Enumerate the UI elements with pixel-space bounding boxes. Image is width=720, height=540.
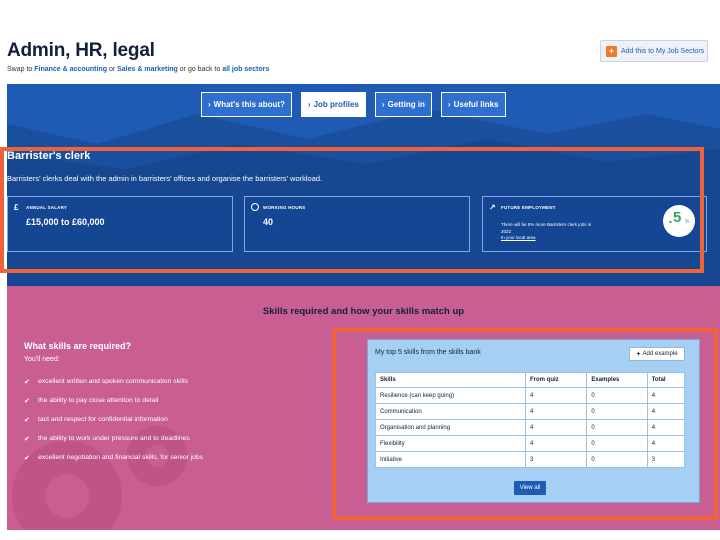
swap-link-all-sectors[interactable]: all job sectors (222, 66, 269, 73)
add-sector-label: Add this to My Job Sectors (621, 47, 705, 55)
check-icon: ✔ (24, 378, 30, 386)
check-icon: ✔ (24, 454, 30, 462)
page-title: Admin, HR, legal (7, 40, 155, 61)
list-item: ✔ excellent written and spoken communicat… (24, 372, 203, 391)
list-item: ✔ tact and respect for confidential infor… (24, 410, 203, 429)
list-item: ✔ the ability to work under pressure and … (24, 429, 203, 448)
tab-useful-links[interactable]: › Useful links (440, 92, 506, 117)
sector-swap-line: Swap to Finance & accounting or Sales & … (7, 66, 269, 73)
tab-label: Job profiles (313, 100, 359, 109)
highlight-box-skills (332, 328, 718, 520)
skill-text: tact and respect for confidential inform… (38, 416, 168, 423)
chevron-right-icon: › (307, 100, 311, 109)
you-need-label: You'll need: (24, 356, 60, 363)
tab-whats-this-about[interactable]: › What's this about? (201, 92, 292, 117)
check-icon: ✔ (24, 435, 30, 443)
swap-or: or (108, 66, 116, 73)
swap-back: or go back to (179, 66, 221, 73)
skill-text: excellent negotiation and financial skil… (38, 454, 204, 461)
tab-getting-in[interactable]: › Getting in (374, 92, 432, 117)
chevron-right-icon: › (447, 100, 451, 109)
tab-label: Getting in (387, 100, 425, 109)
plus-icon: + (606, 45, 617, 57)
required-skills-title: What skills are required? (24, 341, 132, 351)
skill-text: the ability to pay close attention to de… (38, 397, 159, 404)
chevron-right-icon: › (208, 100, 211, 109)
chevron-right-icon: › (381, 100, 385, 109)
section-tabs: › What's this about? › Job profiles › Ge… (201, 92, 506, 117)
skill-text: excellent written and spoken communicati… (38, 378, 188, 385)
tab-label: What's this about? (213, 100, 285, 109)
skills-heading: Skills required and how your skills matc… (262, 306, 465, 317)
check-icon: ✔ (24, 397, 30, 405)
page-header: Admin, HR, legal Swap to Finance & accou… (0, 0, 720, 84)
required-skills-list: ✔ excellent written and spoken communicat… (24, 372, 203, 467)
list-item: ✔ the ability to pay close attention to d… (24, 391, 203, 410)
tab-label: Useful links (453, 100, 499, 109)
add-to-my-job-sectors-button[interactable]: + Add this to My Job Sectors (600, 40, 708, 62)
check-icon: ✔ (24, 416, 30, 424)
list-item: ✔ excellent negotiation and financial ski… (24, 448, 203, 467)
tab-job-profiles[interactable]: › Job profiles (300, 92, 366, 117)
skill-text: the ability to work under pressure and t… (38, 435, 190, 442)
swap-prefix: Swap to (7, 66, 33, 73)
highlight-box-profile (0, 147, 704, 273)
swap-link-finance[interactable]: Finance & accounting (34, 66, 107, 73)
swap-link-sales[interactable]: Sales & marketing (117, 66, 178, 73)
